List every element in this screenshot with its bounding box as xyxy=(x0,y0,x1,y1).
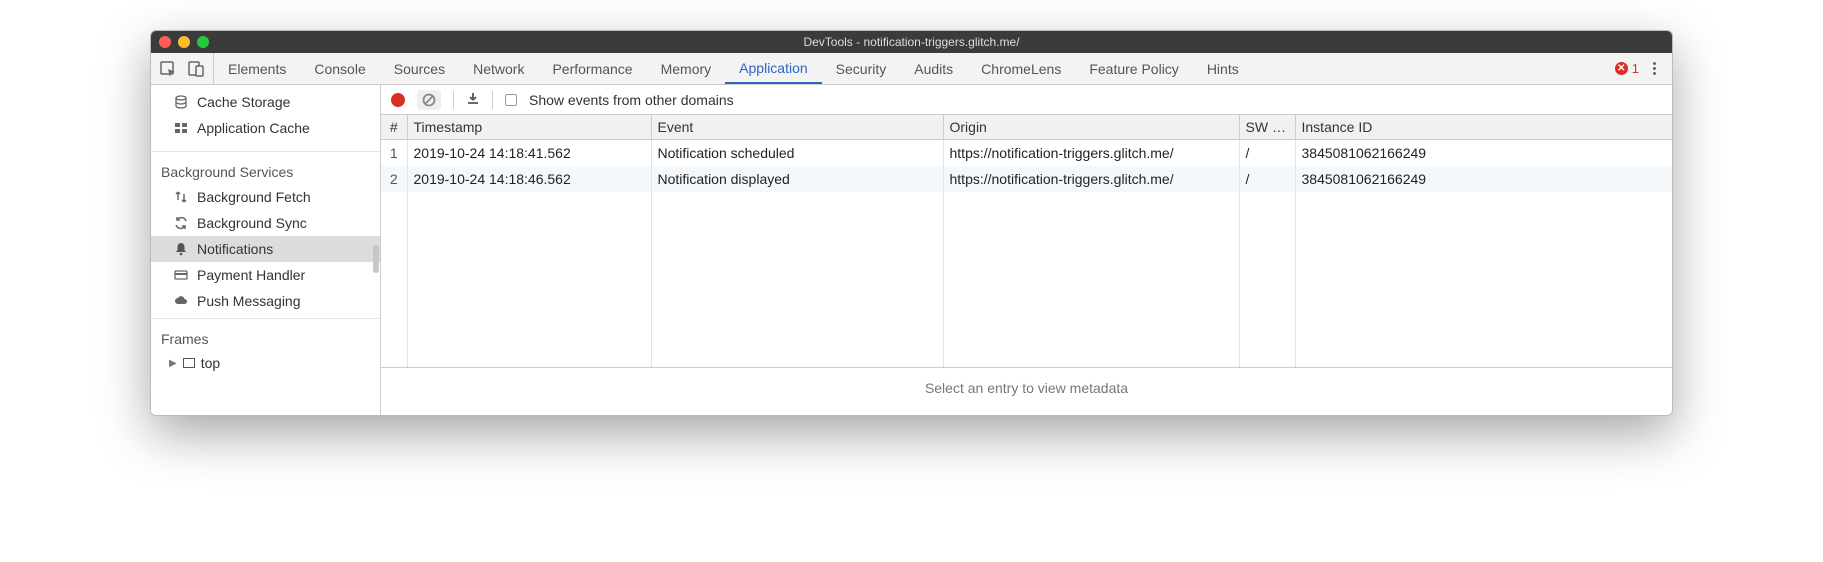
sidebar-item-label: Notifications xyxy=(197,241,273,257)
console-errors-badge[interactable]: ✕ 1 xyxy=(1615,61,1639,76)
table-row[interactable]: 1 2019-10-24 14:18:41.562 Notification s… xyxy=(381,140,1672,166)
sidebar-item-cache-storage[interactable]: Cache Storage xyxy=(151,89,380,115)
tab-audits[interactable]: Audits xyxy=(900,53,967,84)
metadata-hint: Select an entry to view metadata xyxy=(381,368,1672,408)
error-icon: ✕ xyxy=(1615,62,1628,75)
tab-sources[interactable]: Sources xyxy=(380,53,459,84)
sidebar-item-label: Push Messaging xyxy=(197,293,301,309)
swap-icon xyxy=(173,190,189,204)
column-header-instance-id[interactable]: Instance ID xyxy=(1295,115,1672,140)
chevron-right-icon: ▶ xyxy=(169,358,177,369)
sidebar-item-label: top xyxy=(201,355,220,371)
more-options-button[interactable] xyxy=(1649,58,1660,79)
panel-tab-list: Elements Console Sources Network Perform… xyxy=(214,53,1609,84)
sidebar-item-label: Application Cache xyxy=(197,120,310,136)
cell-event: Notification displayed xyxy=(651,166,943,192)
tab-memory[interactable]: Memory xyxy=(647,53,726,84)
cell-instance-id: 3845081062166249 xyxy=(1295,140,1672,166)
devtools-window: DevTools - notification-triggers.glitch.… xyxy=(150,30,1673,416)
tab-elements[interactable]: Elements xyxy=(214,53,300,84)
cell-origin: https://notification-triggers.glitch.me/ xyxy=(943,140,1239,166)
toggle-device-icon[interactable] xyxy=(187,60,205,78)
cell-timestamp: 2019-10-24 14:18:41.562 xyxy=(407,140,651,166)
sidebar-item-notifications[interactable]: Notifications xyxy=(151,236,380,262)
minimize-window-button[interactable] xyxy=(178,36,190,48)
column-header-event[interactable]: Event xyxy=(651,115,943,140)
sidebar-item-payment-handler[interactable]: Payment Handler xyxy=(151,262,380,288)
tab-network[interactable]: Network xyxy=(459,53,538,84)
cell-origin: https://notification-triggers.glitch.me/ xyxy=(943,166,1239,192)
cell-event: Notification scheduled xyxy=(651,140,943,166)
cell-number: 1 xyxy=(381,140,407,166)
frame-icon xyxy=(183,358,195,368)
tab-feature-policy[interactable]: Feature Policy xyxy=(1075,53,1192,84)
download-icon xyxy=(466,91,480,105)
clear-button[interactable] xyxy=(417,90,441,110)
sidebar-item-application-cache[interactable]: Application Cache xyxy=(151,115,380,141)
window-titlebar: DevTools - notification-triggers.glitch.… xyxy=(151,31,1672,53)
cell-timestamp: 2019-10-24 14:18:46.562 xyxy=(407,166,651,192)
sidebar-item-label: Payment Handler xyxy=(197,267,305,283)
show-other-domains-checkbox[interactable] xyxy=(505,94,517,106)
database-icon xyxy=(173,95,189,109)
window-title: DevTools - notification-triggers.glitch.… xyxy=(151,35,1672,49)
cell-instance-id: 3845081062166249 xyxy=(1295,166,1672,192)
sidebar-item-label: Cache Storage xyxy=(197,94,290,110)
panels-tabbar: Elements Console Sources Network Perform… xyxy=(151,53,1672,85)
sync-icon xyxy=(173,216,189,230)
sidebar-heading-background-services: Background Services xyxy=(151,156,380,184)
inspect-element-icon[interactable] xyxy=(159,60,177,78)
save-events-button[interactable] xyxy=(466,91,480,108)
tab-console[interactable]: Console xyxy=(300,53,379,84)
clear-icon xyxy=(422,93,436,107)
events-toolbar: Show events from other domains xyxy=(381,85,1672,115)
sidebar-item-label: Background Fetch xyxy=(197,189,311,205)
tab-chromelens[interactable]: ChromeLens xyxy=(967,53,1075,84)
sidebar-item-background-fetch[interactable]: Background Fetch xyxy=(151,184,380,210)
events-table: # Timestamp Event Origin SW … Instance I… xyxy=(381,115,1672,415)
cloud-icon xyxy=(173,294,189,308)
cell-sw-scope: / xyxy=(1239,166,1295,192)
close-window-button[interactable] xyxy=(159,36,171,48)
sidebar-heading-frames: Frames xyxy=(151,323,380,351)
record-button[interactable] xyxy=(391,93,405,107)
notifications-panel: Show events from other domains # Timesta… xyxy=(381,85,1672,415)
sidebar-item-label: Background Sync xyxy=(197,215,307,231)
tab-hints[interactable]: Hints xyxy=(1193,53,1253,84)
column-header-sw-scope[interactable]: SW … xyxy=(1239,115,1295,140)
grid-icon xyxy=(173,121,189,135)
column-header-number[interactable]: # xyxy=(381,115,407,140)
show-other-domains-label: Show events from other domains xyxy=(529,92,734,108)
application-sidebar: Cache Storage Application Cache Backgrou… xyxy=(151,85,381,415)
cell-sw-scope: / xyxy=(1239,140,1295,166)
tab-security[interactable]: Security xyxy=(822,53,901,84)
sidebar-item-background-sync[interactable]: Background Sync xyxy=(151,210,380,236)
column-header-timestamp[interactable]: Timestamp xyxy=(407,115,651,140)
card-icon xyxy=(173,268,189,282)
table-row[interactable]: 2 2019-10-24 14:18:46.562 Notification d… xyxy=(381,166,1672,192)
cell-number: 2 xyxy=(381,166,407,192)
tab-application[interactable]: Application xyxy=(725,53,822,84)
column-header-origin[interactable]: Origin xyxy=(943,115,1239,140)
sidebar-item-frame-top[interactable]: ▶ top xyxy=(151,351,380,375)
tab-performance[interactable]: Performance xyxy=(538,53,646,84)
sidebar-scrollbar[interactable] xyxy=(373,245,379,273)
bell-icon xyxy=(173,242,189,256)
maximize-window-button[interactable] xyxy=(197,36,209,48)
window-controls xyxy=(159,36,209,48)
sidebar-item-push-messaging[interactable]: Push Messaging xyxy=(151,288,380,314)
error-count: 1 xyxy=(1632,61,1639,76)
